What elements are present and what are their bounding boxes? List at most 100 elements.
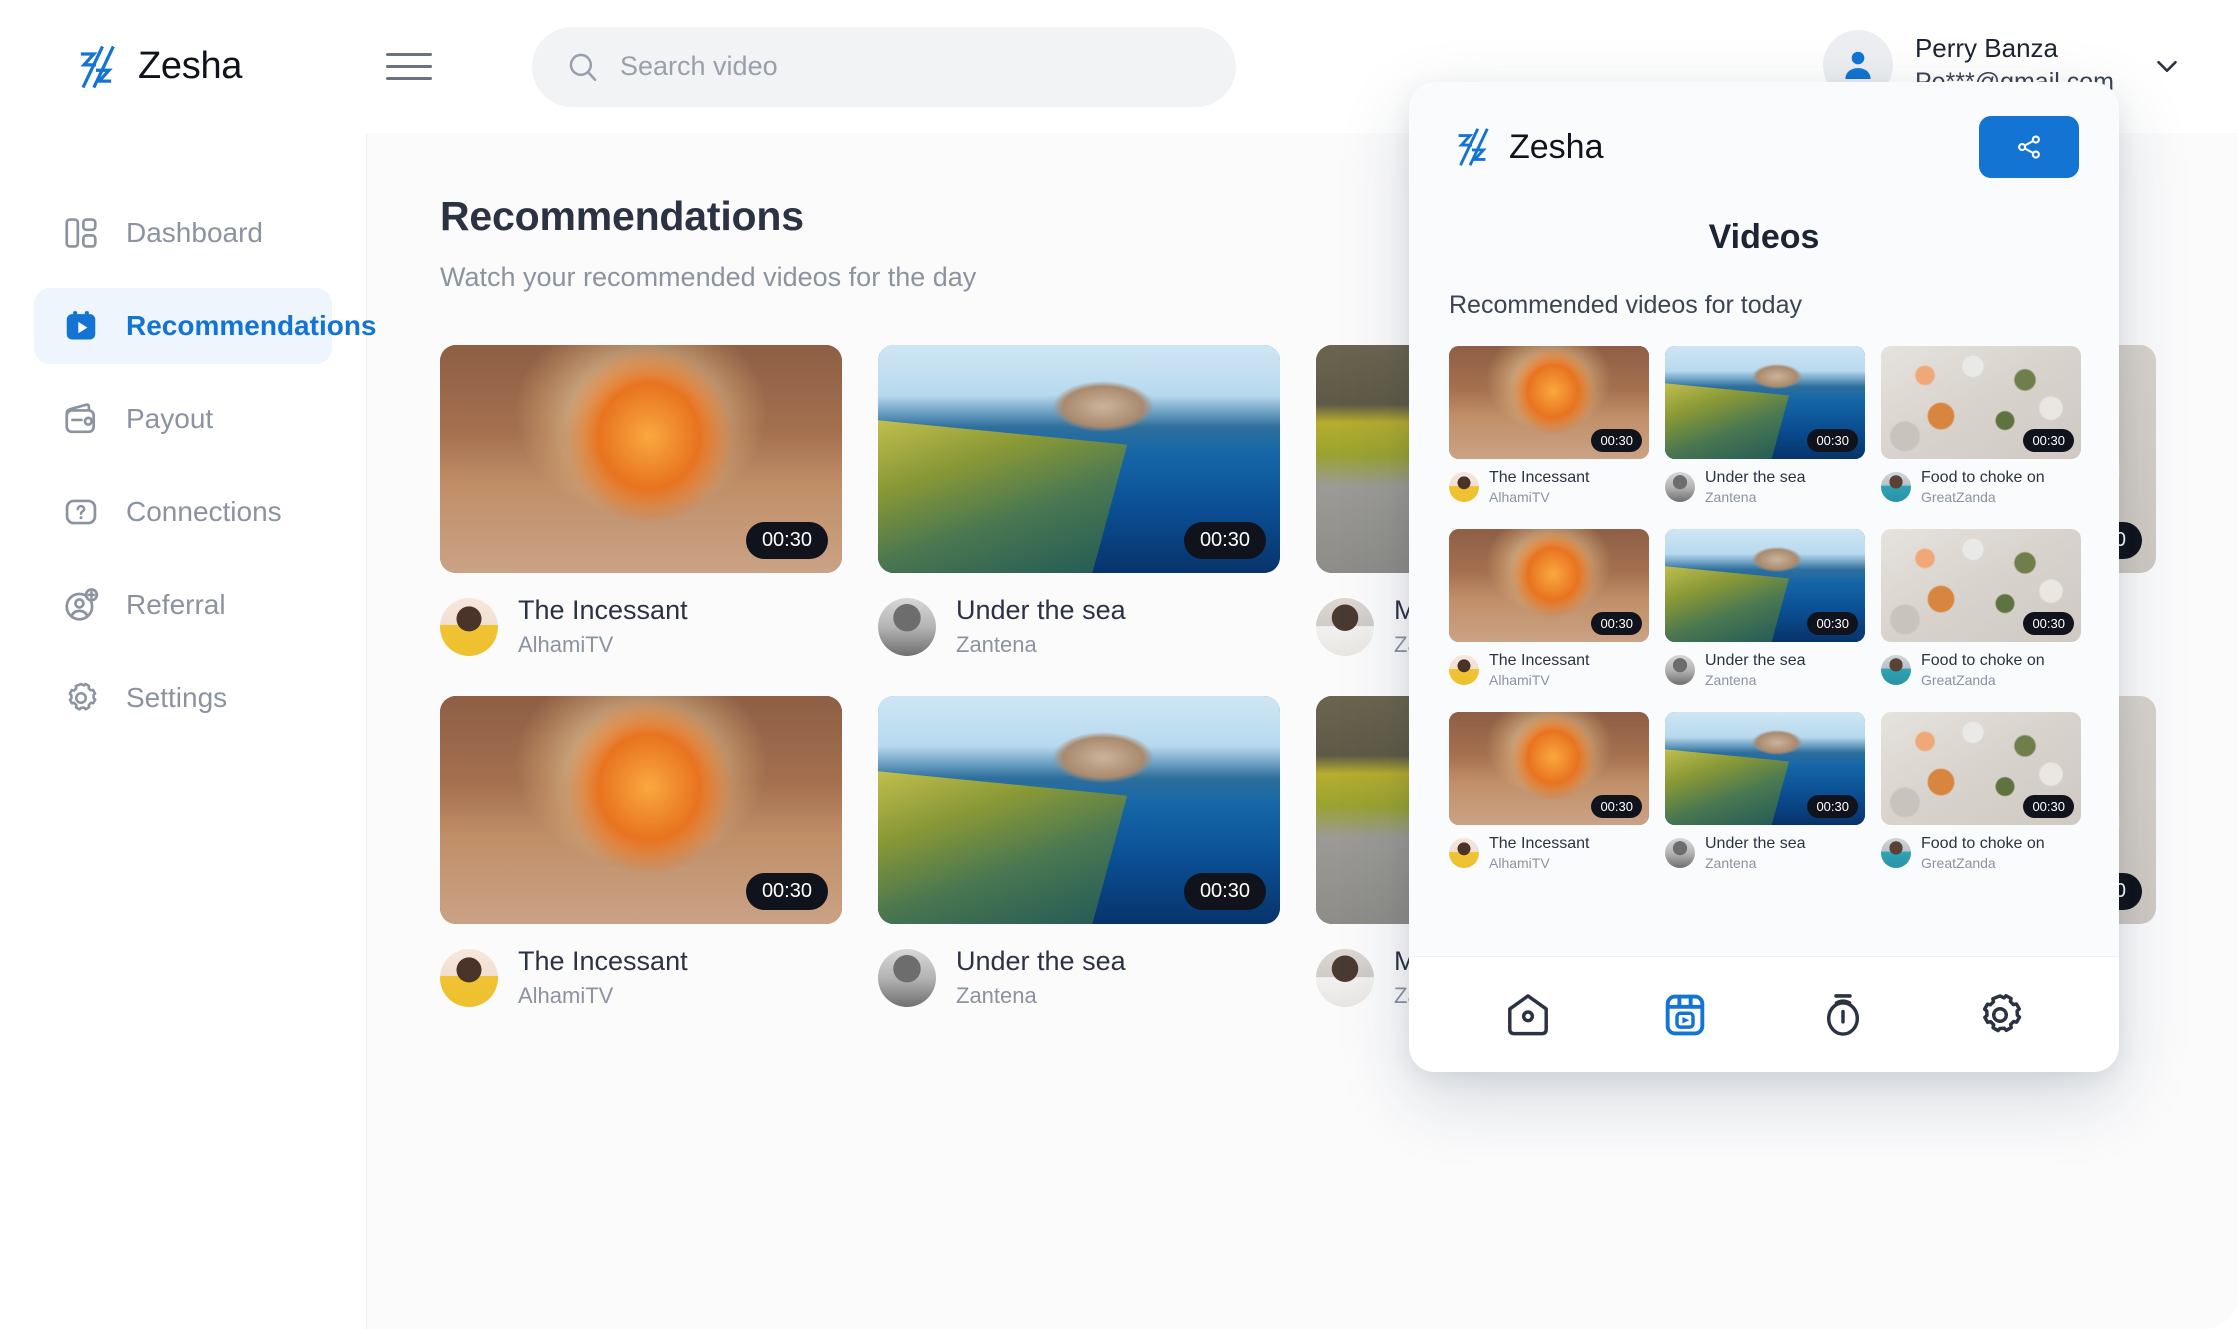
video-thumbnail[interactable]: 00:30: [440, 696, 842, 924]
channel-avatar: [1316, 948, 1374, 1007]
user-name: Perry Banza: [1914, 33, 2059, 63]
sidebar-item-referral[interactable]: Referral: [34, 567, 332, 643]
dashboard-icon: [65, 218, 97, 248]
panel-title: Videos: [1708, 218, 1820, 256]
search-icon: [569, 53, 597, 81]
stopwatch-icon[interactable]: [1817, 989, 1869, 1041]
duration-badge: 00:30: [1591, 795, 1642, 818]
channel-name: GreatZanda: [1921, 672, 1996, 688]
brand-name: Zesha: [138, 45, 243, 87]
sidebar-item-dashboard[interactable]: Dashboard: [34, 195, 332, 271]
sidebar-item-settings[interactable]: Settings: [34, 660, 332, 736]
panel-bottom-nav: [1409, 956, 2119, 1072]
panel-video-card[interactable]: 00:30 The Incessant AlhamiTV: [1449, 712, 1649, 871]
video-title: The Incessant: [518, 946, 688, 976]
panel-video-card[interactable]: 00:30 Under the sea Zantena: [1665, 346, 1865, 505]
channel-avatar: [878, 948, 936, 1007]
video-title: The Incessant: [1489, 469, 1590, 486]
panel-video-card[interactable]: 00:30 Under the sea Zantena: [1665, 529, 1865, 688]
sidebar-item-label: Dashboard: [126, 217, 263, 248]
panel-video-meta: The Incessant AlhamiTV: [1449, 469, 1649, 505]
video-card[interactable]: 00:30 The Incessant AlhamiTV: [440, 696, 842, 1009]
channel-name: Zantena: [1705, 672, 1757, 688]
video-title: Food to choke on: [1921, 835, 2045, 852]
video-card[interactable]: 00:30 Under the sea Zantena: [878, 696, 1280, 1009]
video-title: Under the sea: [956, 595, 1126, 625]
zesha-logo-icon: [1458, 128, 1489, 166]
panel-video-thumbnail[interactable]: 00:30: [1449, 712, 1649, 825]
zesha-logo-icon: [80, 45, 115, 88]
home-icon[interactable]: [1502, 989, 1554, 1041]
video-title: Under the sea: [1705, 652, 1806, 669]
sidebar-item-label: Recommendations: [126, 310, 377, 341]
video-title: Under the sea: [956, 946, 1126, 976]
panel-video-meta: The Incessant AlhamiTV: [1449, 652, 1649, 688]
video-thumbnail[interactable]: 00:30: [878, 345, 1280, 573]
duration-badge: 00:30: [1807, 795, 1858, 818]
video-card[interactable]: 00:30 The Incessant AlhamiTV: [440, 345, 842, 658]
duration-badge: 00:30: [745, 522, 828, 559]
hamburger-menu-icon[interactable]: [386, 49, 432, 85]
panel-video-card[interactable]: 00:30 Food to choke on GreatZanda: [1881, 529, 2081, 688]
panel-video-thumbnail[interactable]: 00:30: [1881, 346, 2081, 459]
video-thumbnail[interactable]: 00:30: [440, 345, 842, 573]
search-input[interactable]: Search video: [532, 26, 1236, 107]
panel-video-thumbnail[interactable]: 00:30: [1881, 712, 2081, 825]
panel-video-card[interactable]: 00:30 Under the sea Zantena: [1665, 712, 1865, 871]
share-icon: [2018, 135, 2040, 159]
video-title: Under the sea: [1705, 835, 1806, 852]
channel-avatar: [1665, 472, 1695, 502]
app-brand[interactable]: Zesha: [70, 41, 370, 93]
panel-video-card[interactable]: 00:30 The Incessant AlhamiTV: [1449, 529, 1649, 688]
panel-video-meta: Under the sea Zantena: [1665, 469, 1865, 505]
panel-video-thumbnail[interactable]: 00:30: [1665, 346, 1865, 459]
panel-brand[interactable]: Zesha: [1449, 124, 1604, 170]
video-meta: The Incessant AlhamiTV: [440, 595, 842, 658]
video-meta: Under the sea Zantena: [878, 946, 1280, 1009]
search-placeholder: Search video: [620, 51, 778, 81]
panel-video-meta: Under the sea Zantena: [1665, 835, 1865, 871]
panel-video-card[interactable]: 00:30 Food to choke on GreatZanda: [1881, 712, 2081, 871]
question-square-icon: [65, 499, 97, 525]
video-play-icon[interactable]: [1659, 989, 1711, 1041]
video-thumbnail[interactable]: 00:30: [878, 696, 1280, 924]
channel-avatar: [1665, 838, 1695, 868]
video-meta: Under the sea Zantena: [878, 595, 1280, 658]
channel-name: AlhamiTV: [1489, 489, 1550, 505]
duration-badge: 00:30: [2023, 795, 2074, 818]
app-window: Zesha Search video Perry Banza Pe***@gma…: [0, 0, 2238, 1329]
panel-video-thumbnail[interactable]: 00:30: [1665, 712, 1865, 825]
channel-avatar: [1881, 655, 1911, 685]
panel-video-thumbnail[interactable]: 00:30: [1449, 346, 1649, 459]
video-title: The Incessant: [1489, 835, 1590, 852]
sidebar-item-connections[interactable]: Connections: [34, 474, 332, 550]
panel-header: Zesha: [1409, 82, 2119, 178]
channel-avatar: [1449, 472, 1479, 502]
duration-badge: 00:30: [1591, 612, 1642, 635]
channel-name: Zantena: [956, 632, 1037, 657]
wallet-icon: [65, 403, 96, 434]
panel-video-thumbnail[interactable]: 00:30: [1449, 529, 1649, 642]
duration-badge: 00:30: [1183, 522, 1266, 559]
sidebar-item-label: Settings: [126, 682, 228, 713]
video-title: Food to choke on: [1921, 469, 2045, 486]
channel-avatar: [1316, 597, 1374, 656]
panel-video-thumbnail[interactable]: 00:30: [1881, 529, 2081, 642]
panel-video-meta: Food to choke on GreatZanda: [1881, 469, 2081, 505]
channel-name: Zantena: [1705, 489, 1757, 505]
sidebar-item-payout[interactable]: Payout: [34, 381, 332, 457]
panel-video-meta: Food to choke on GreatZanda: [1881, 835, 2081, 871]
chevron-down-icon[interactable]: [2150, 48, 2184, 82]
video-title: The Incessant: [518, 595, 688, 625]
duration-badge: 00:30: [1183, 873, 1266, 910]
channel-avatar: [440, 597, 498, 656]
panel-video-card[interactable]: 00:30 Food to choke on GreatZanda: [1881, 346, 2081, 505]
panel-subtitle: Recommended videos for today: [1449, 291, 1802, 319]
sidebar-item-recommendations[interactable]: Recommendations: [34, 288, 377, 364]
video-card[interactable]: 00:30 Under the sea Zantena: [878, 345, 1280, 658]
panel-video-card[interactable]: 00:30 The Incessant AlhamiTV: [1449, 346, 1649, 505]
share-button[interactable]: [1979, 116, 2079, 178]
panel-video-thumbnail[interactable]: 00:30: [1665, 529, 1865, 642]
user-plus-icon: [65, 588, 99, 621]
gear-icon[interactable]: [1974, 989, 2026, 1041]
